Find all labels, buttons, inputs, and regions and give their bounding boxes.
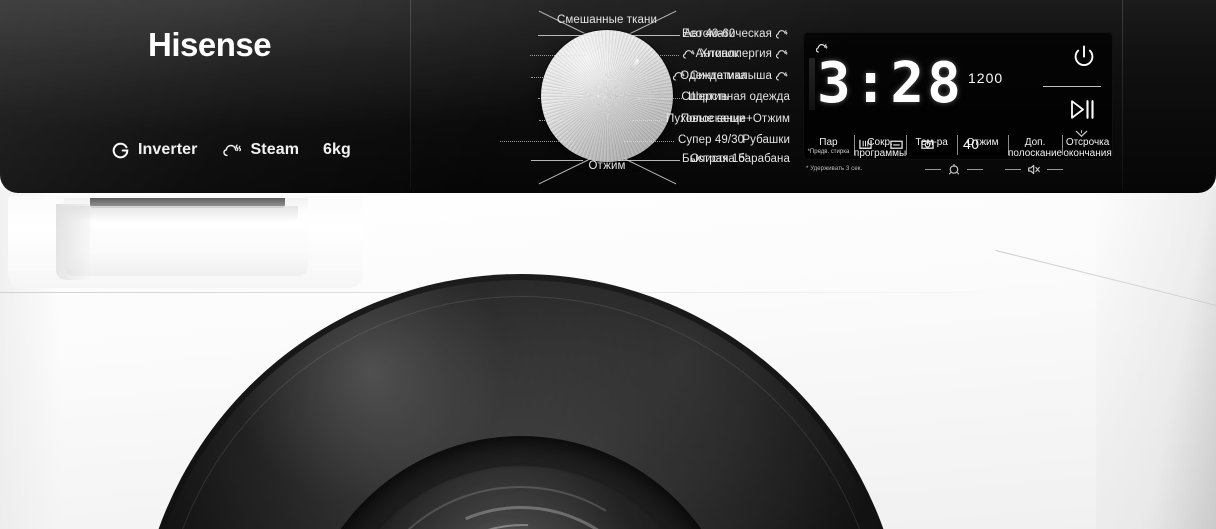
program-item-right-6[interactable]: Быстрая 15' — [682, 153, 747, 165]
steam-icon — [775, 48, 790, 60]
steam-icon — [775, 70, 790, 82]
hold-note: * Удерживать 3 сек. — [806, 166, 863, 172]
steam-icon — [775, 28, 790, 40]
function-button-row: Пар *Предв. стирка Сокр. программы Тем-р… — [803, 134, 1113, 162]
knob-shading — [541, 30, 673, 162]
sound-off-control[interactable] — [1005, 163, 1063, 176]
button-short-program[interactable]: Сокр. программы — [853, 134, 906, 159]
lead-line — [614, 35, 680, 36]
lead-line — [500, 141, 573, 142]
panel-divider-right — [1122, 0, 1123, 190]
button-steam-sublabel: *Предв. стирка — [807, 149, 850, 155]
steam-icon — [682, 48, 697, 60]
inverter-icon — [112, 142, 129, 159]
button-delay-end[interactable]: Отсрочка окончания — [1062, 134, 1113, 159]
lead-line — [622, 55, 679, 56]
feature-label-capacity: 6kg — [323, 141, 351, 158]
brand-logo: Hisense — [148, 26, 272, 63]
lead-line — [531, 160, 583, 161]
time-value: 3:28 — [817, 51, 964, 116]
lead-line — [538, 98, 562, 99]
program-label-top: Смешанные ткани — [556, 14, 657, 26]
program-selector-knob[interactable] — [541, 30, 673, 162]
dash-right — [1047, 169, 1063, 170]
dash-right — [967, 169, 983, 170]
feature-label-steam: Steam — [250, 141, 300, 158]
steam-icon — [222, 142, 242, 158]
steam-icon — [672, 70, 687, 82]
power-icon[interactable] — [1071, 44, 1097, 70]
program-item-right-1[interactable]: Хлопок — [682, 48, 739, 60]
button-temperature[interactable]: Тем-ра — [906, 134, 957, 155]
lead-line — [530, 55, 585, 56]
lead-line — [539, 120, 567, 121]
dash-left — [925, 169, 941, 170]
program-item-right-4[interactable]: Пуховые вещи — [666, 113, 745, 125]
feature-badges: Inverter Steam 6kg — [112, 141, 351, 159]
display-divider — [1043, 86, 1101, 87]
body-right-shading — [1096, 186, 1216, 529]
dash-left — [1005, 169, 1021, 170]
play-pause-icon[interactable] — [1069, 98, 1096, 121]
program-item-right-0[interactable]: Eco 40-60 — [682, 28, 735, 40]
lead-line — [538, 35, 603, 36]
lead-line — [638, 98, 684, 99]
lead-line — [531, 77, 567, 78]
child-lock-icon — [946, 163, 962, 176]
lead-line — [618, 160, 680, 161]
button-steam[interactable]: Пар *Предв. стирка — [803, 134, 854, 156]
lcd-inactive-segment — [809, 58, 815, 110]
lead-line — [632, 77, 669, 78]
lead-line — [624, 141, 674, 142]
program-item-right-2[interactable]: Синтетика — [672, 70, 747, 82]
spin-speed-value: 1200 — [968, 70, 1004, 86]
washing-machine: Hisense Inverter Steam 6kg Смешанные тка… — [0, 0, 1216, 529]
sound-off-icon — [1026, 163, 1042, 176]
remaining-time: 3:28 — [817, 56, 964, 112]
button-extra-rinse[interactable]: Доп. полоскание — [1008, 134, 1062, 159]
program-dial-area: Смешанные ткани Отжим Автоматическая Ант… — [410, 0, 790, 193]
lead-line — [632, 120, 662, 121]
button-spin[interactable]: Отжим — [957, 134, 1008, 155]
footer-icon-row — [925, 163, 1063, 176]
program-item-right-5[interactable]: Супер 49/30 — [678, 134, 744, 146]
child-lock-control[interactable] — [925, 163, 983, 176]
program-item-right-3[interactable]: Шерсть — [688, 91, 729, 103]
drawer-lip — [58, 206, 298, 222]
feature-label-inverter: Inverter — [138, 141, 198, 158]
